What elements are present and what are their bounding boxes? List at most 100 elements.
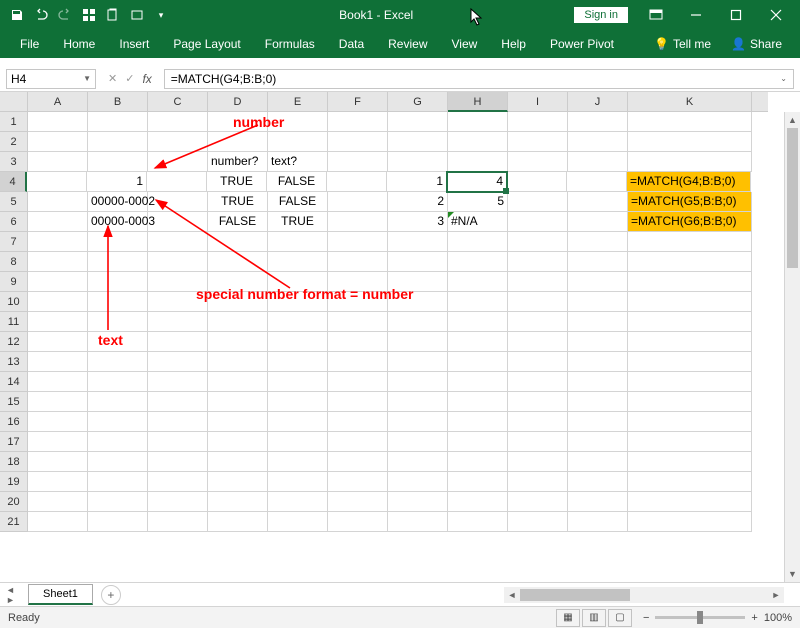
tab-power-pivot[interactable]: Power Pivot [538,30,626,58]
maximize-button[interactable] [716,0,756,30]
cell-I1[interactable] [508,112,568,132]
cell-J4[interactable] [567,172,627,192]
col-header-C[interactable]: C [148,92,208,112]
cell-G5[interactable]: 2 [388,192,448,212]
cell-A18[interactable] [28,452,88,472]
cell-A8[interactable] [28,252,88,272]
name-box[interactable]: H4 ▼ [6,69,96,89]
cell-J1[interactable] [568,112,628,132]
col-header-F[interactable]: F [328,92,388,112]
cell-H5[interactable]: 5 [448,192,508,212]
cell-K3[interactable] [628,152,752,172]
row-header-11[interactable]: 11 [0,312,28,332]
cell-D16[interactable] [208,412,268,432]
tab-review[interactable]: Review [376,30,439,58]
cell-K8[interactable] [628,252,752,272]
cell-F8[interactable] [328,252,388,272]
undo-icon[interactable] [30,4,52,26]
cell-E11[interactable] [268,312,328,332]
row-header-10[interactable]: 10 [0,292,28,312]
cell-K18[interactable] [628,452,752,472]
cell-C12[interactable] [148,332,208,352]
cell-G9[interactable] [388,272,448,292]
cell-J6[interactable] [568,212,628,232]
cell-E3[interactable]: text? [268,152,328,172]
cell-H21[interactable] [448,512,508,532]
cell-G10[interactable] [388,292,448,312]
select-all-corner[interactable] [0,92,28,112]
cell-D9[interactable] [208,272,268,292]
cell-I17[interactable] [508,432,568,452]
cell-F5[interactable] [328,192,388,212]
col-header-I[interactable]: I [508,92,568,112]
cell-G12[interactable] [388,332,448,352]
cell-H8[interactable] [448,252,508,272]
cell-I5[interactable] [508,192,568,212]
cell-F3[interactable] [328,152,388,172]
cell-E5[interactable]: FALSE [268,192,328,212]
cell-E15[interactable] [268,392,328,412]
cell-D20[interactable] [208,492,268,512]
sheet-tab-1[interactable]: Sheet1 [28,584,93,605]
row-header-2[interactable]: 2 [0,132,28,152]
cell-F16[interactable] [328,412,388,432]
cell-B17[interactable] [88,432,148,452]
cell-G21[interactable] [388,512,448,532]
zoom-in-button[interactable]: + [751,612,757,624]
cell-A13[interactable] [28,352,88,372]
cell-K17[interactable] [628,432,752,452]
cell-I7[interactable] [508,232,568,252]
cell-E17[interactable] [268,432,328,452]
cell-E13[interactable] [268,352,328,372]
cell-I3[interactable] [508,152,568,172]
cell-J7[interactable] [568,232,628,252]
cell-D8[interactable] [208,252,268,272]
cell-I21[interactable] [508,512,568,532]
cell-J20[interactable] [568,492,628,512]
cell-A7[interactable] [28,232,88,252]
cell-C21[interactable] [148,512,208,532]
cell-K13[interactable] [628,352,752,372]
cell-E6[interactable]: TRUE [268,212,328,232]
cell-E18[interactable] [268,452,328,472]
cell-F14[interactable] [328,372,388,392]
col-header-J[interactable]: J [568,92,628,112]
cell-E21[interactable] [268,512,328,532]
zoom-out-button[interactable]: − [643,612,649,624]
cell-C8[interactable] [148,252,208,272]
cell-D10[interactable] [208,292,268,312]
cell-H11[interactable] [448,312,508,332]
cell-F7[interactable] [328,232,388,252]
cell-A16[interactable] [28,412,88,432]
cell-K14[interactable] [628,372,752,392]
cell-B15[interactable] [88,392,148,412]
cell-G16[interactable] [388,412,448,432]
page-break-view-icon[interactable]: ▢ [608,609,632,627]
tell-me-button[interactable]: 💡Tell me [644,37,721,51]
cell-G6[interactable]: 3 [388,212,448,232]
cell-E20[interactable] [268,492,328,512]
cell-J3[interactable] [568,152,628,172]
cell-E1[interactable] [268,112,328,132]
cell-G4[interactable]: 1 [387,172,447,192]
cell-J19[interactable] [568,472,628,492]
cell-K21[interactable] [628,512,752,532]
row-header-13[interactable]: 13 [0,352,28,372]
cell-I10[interactable] [508,292,568,312]
cancel-icon[interactable]: ✕ [108,72,117,86]
cell-E19[interactable] [268,472,328,492]
row-header-12[interactable]: 12 [0,332,28,352]
cell-B2[interactable] [88,132,148,152]
cell-F20[interactable] [328,492,388,512]
tab-insert[interactable]: Insert [107,30,161,58]
cell-J5[interactable] [568,192,628,212]
zoom-slider[interactable] [655,616,745,619]
minimize-button[interactable] [676,0,716,30]
close-button[interactable] [756,0,796,30]
row-header-1[interactable]: 1 [0,112,28,132]
cell-A4[interactable] [27,172,87,192]
cell-K7[interactable] [628,232,752,252]
cell-H20[interactable] [448,492,508,512]
scroll-up-icon[interactable]: ▲ [785,112,800,128]
sheet-nav[interactable]: ◄ ► [0,585,28,605]
